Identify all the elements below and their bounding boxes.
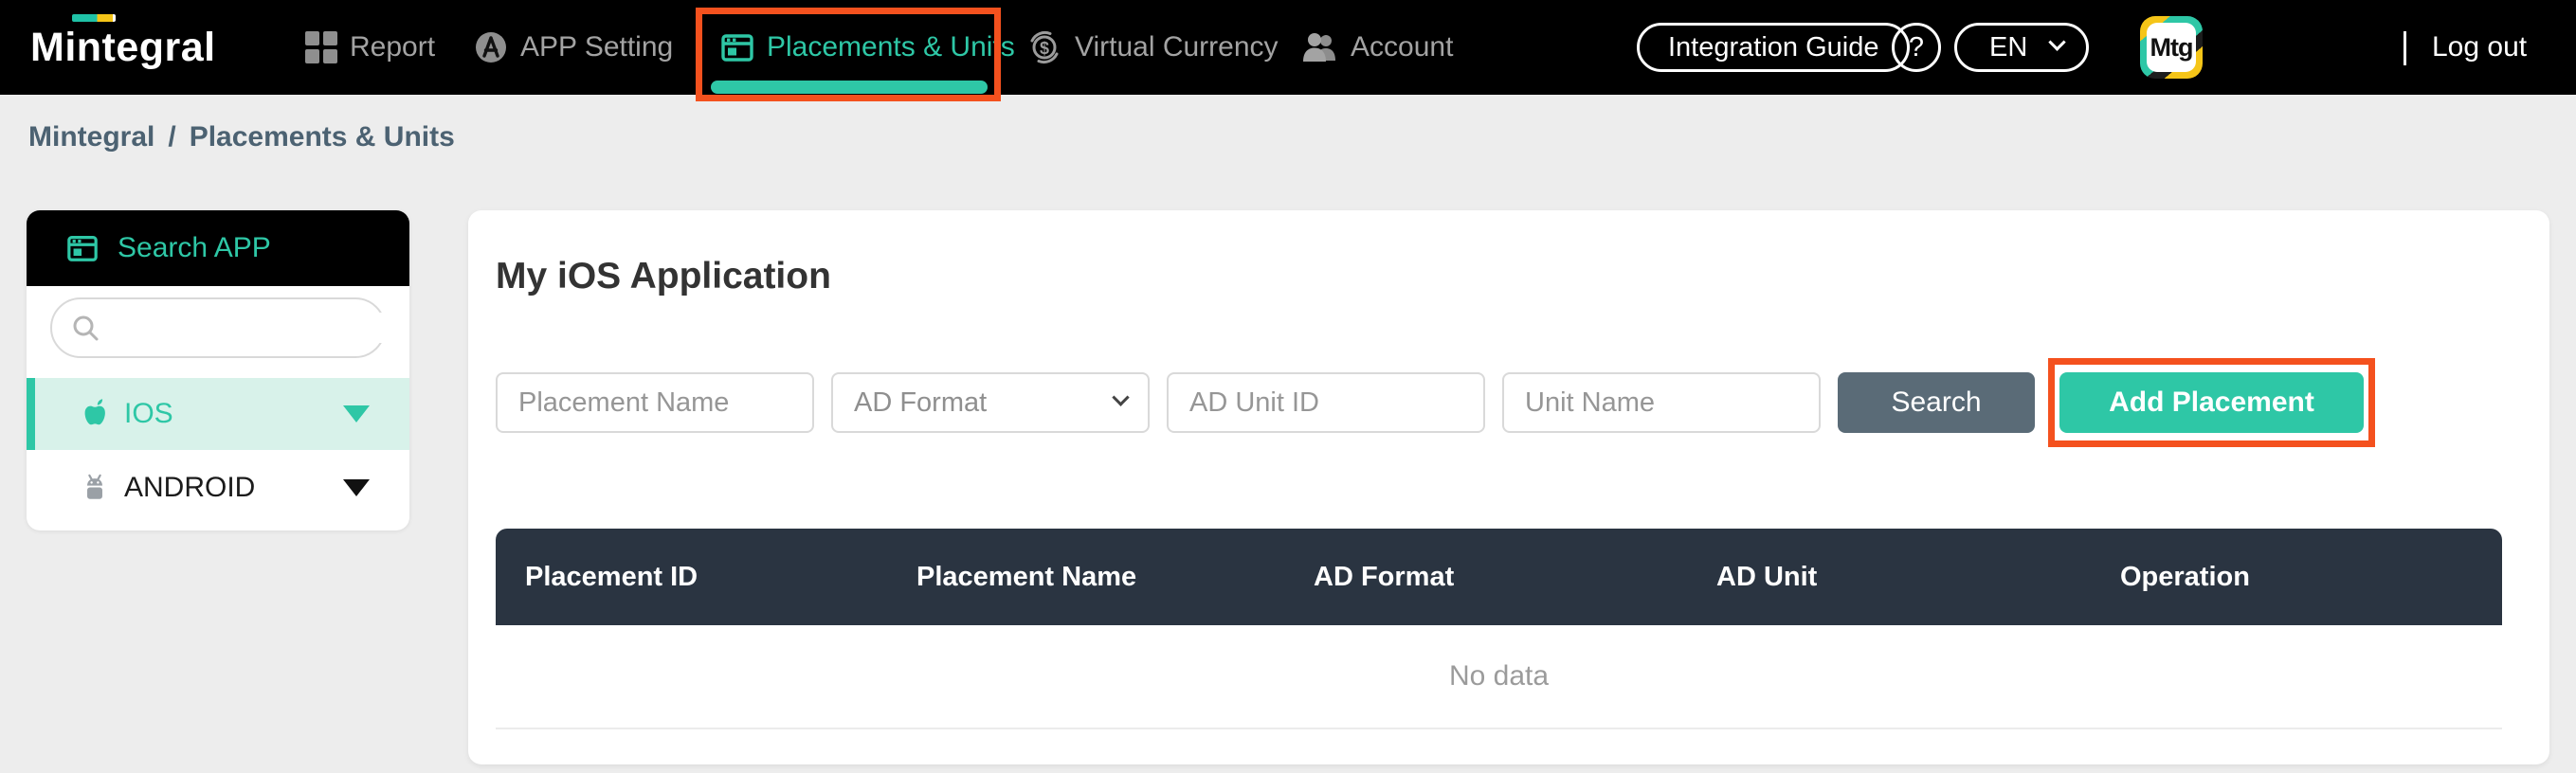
table-header-row: Placement ID Placement Name AD Format AD… [496, 529, 2502, 625]
page: Mintegral Report APP Setting [0, 0, 2576, 773]
nav-item-report[interactable]: Report [305, 0, 435, 95]
filter-toolbar: AD Format Search Add Placement [496, 358, 2375, 447]
sidebar-item-ios[interactable]: IOS [27, 378, 409, 450]
language-value: EN [1989, 32, 2027, 63]
nav-item-account[interactable]: Account [1300, 0, 1453, 95]
nav-item-virtual-currency[interactable]: $ Virtual Currency [1026, 0, 1279, 95]
annotation-box-add-placement: Add Placement [2048, 358, 2375, 447]
search-button[interactable]: Search [1838, 372, 2035, 433]
chevron-down-icon [343, 479, 370, 496]
sidebar-item-label: IOS [124, 398, 173, 430]
sidebar-item-android[interactable]: ANDROID [27, 450, 409, 526]
sidebar-header: Search APP [27, 210, 409, 286]
table-empty-row: No data [496, 625, 2502, 729]
nav-item-label: Report [350, 31, 435, 63]
chevron-down-icon [2048, 33, 2065, 50]
search-app-window-icon [66, 232, 99, 264]
android-icon [81, 474, 109, 502]
integration-guide-button[interactable]: Integration Guide [1637, 23, 1910, 72]
ad-format-select[interactable]: AD Format [831, 372, 1150, 433]
apple-icon [81, 398, 109, 430]
breadcrumb: Mintegral / Placements & Units [28, 121, 455, 153]
nav-item-label: Virtual Currency [1075, 31, 1279, 63]
nav-divider [2404, 31, 2406, 65]
nav-item-app-setting[interactable]: APP Setting [474, 0, 673, 95]
top-nav-bar: Mintegral Report APP Setting [0, 0, 2576, 95]
logout-label: Log out [2432, 31, 2527, 63]
column-header-operation: Operation [2120, 562, 2502, 593]
logo-accent-bar [72, 14, 116, 22]
report-grid-icon [305, 31, 337, 63]
mtg-badge-label: Mtg [2147, 23, 2196, 72]
breadcrumb-root[interactable]: Mintegral [28, 121, 154, 153]
search-icon [71, 314, 100, 342]
selected-accent-bar [27, 378, 35, 450]
language-dropdown[interactable]: EN [1954, 23, 2089, 72]
sidebar-header-label: Search APP [118, 232, 271, 264]
chevron-down-icon [343, 405, 370, 422]
app-sidebar: Search APP IOS [27, 210, 409, 530]
help-button[interactable]: ? [1892, 23, 1941, 72]
integration-guide-label: Integration Guide [1668, 32, 1878, 63]
nav-item-label: Account [1351, 31, 1453, 63]
virtual-currency-icon: $ [1026, 29, 1062, 65]
page-title: My iOS Application [496, 256, 831, 297]
sidebar-item-label: ANDROID [124, 472, 255, 504]
ad-format-value: AD Format [854, 387, 987, 419]
mtg-app-badge[interactable]: Mtg [2140, 16, 2203, 79]
mintegral-logo[interactable]: Mintegral [30, 0, 216, 95]
app-search-box[interactable] [50, 297, 386, 358]
chevron-down-icon [1112, 388, 1129, 405]
unit-name-input[interactable] [1502, 372, 1821, 433]
ad-unit-id-input[interactable] [1167, 372, 1485, 433]
placement-name-input[interactable] [496, 372, 814, 433]
logo-text: Mintegral [30, 25, 216, 71]
app-search-input[interactable] [111, 313, 409, 343]
account-person-icon [1300, 30, 1338, 64]
column-header-ad-format: AD Format [1314, 562, 1716, 593]
add-placement-button[interactable]: Add Placement [2059, 372, 2364, 433]
app-store-icon [474, 30, 508, 64]
breadcrumb-current: Placements & Units [190, 121, 455, 153]
svg-text:$: $ [1040, 39, 1049, 58]
column-header-placement-name: Placement Name [916, 562, 1314, 593]
nav-item-label: APP Setting [520, 31, 673, 63]
no-data-text: No data [1449, 660, 1549, 692]
column-header-ad-unit: AD Unit [1716, 562, 2120, 593]
breadcrumb-separator: / [168, 121, 175, 153]
question-mark-icon: ? [1909, 32, 1924, 63]
main-content-card: My iOS Application AD Format Search Add … [468, 210, 2549, 764]
logout-button[interactable]: Log out [2432, 0, 2527, 95]
annotation-box-nav [696, 8, 1001, 101]
column-header-placement-id: Placement ID [525, 562, 916, 593]
